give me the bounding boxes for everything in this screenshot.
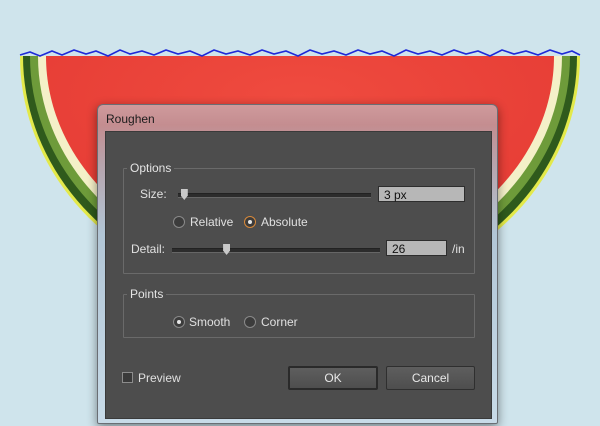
dialog-title: Roughen <box>106 112 155 126</box>
smooth-label: Smooth <box>189 315 231 329</box>
preview-label: Preview <box>138 371 181 385</box>
ok-button[interactable]: OK <box>288 366 378 390</box>
smooth-radio[interactable] <box>173 316 185 328</box>
absolute-label: Absolute <box>261 215 308 229</box>
dialog-panel: Options Size: 3 px Relative Absolute Det… <box>105 131 492 419</box>
roughen-dialog: Roughen Options Size: 3 px Relative Abso… <box>97 104 498 424</box>
detail-label: Detail: <box>131 242 166 256</box>
absolute-radio[interactable] <box>244 216 256 228</box>
corner-label: Corner <box>261 315 298 329</box>
relative-radio[interactable] <box>173 216 185 228</box>
dialog-titlebar[interactable]: Roughen <box>98 105 497 131</box>
absolute-radio-dot <box>248 220 252 224</box>
size-label: Size: <box>140 187 167 201</box>
relative-label: Relative <box>190 215 234 229</box>
options-legend: Options <box>127 161 175 175</box>
cancel-button[interactable]: Cancel <box>386 366 475 390</box>
points-legend: Points <box>127 287 167 301</box>
detail-input[interactable]: 26 <box>386 240 447 256</box>
corner-radio[interactable] <box>244 316 256 328</box>
detail-unit: /in <box>452 242 465 256</box>
size-slider-track[interactable] <box>178 193 371 198</box>
roughened-edge <box>19 49 581 57</box>
preview-checkbox[interactable] <box>122 372 133 383</box>
detail-slider-track[interactable] <box>172 248 380 253</box>
smooth-radio-dot <box>177 320 181 324</box>
size-input[interactable]: 3 px <box>378 186 465 202</box>
